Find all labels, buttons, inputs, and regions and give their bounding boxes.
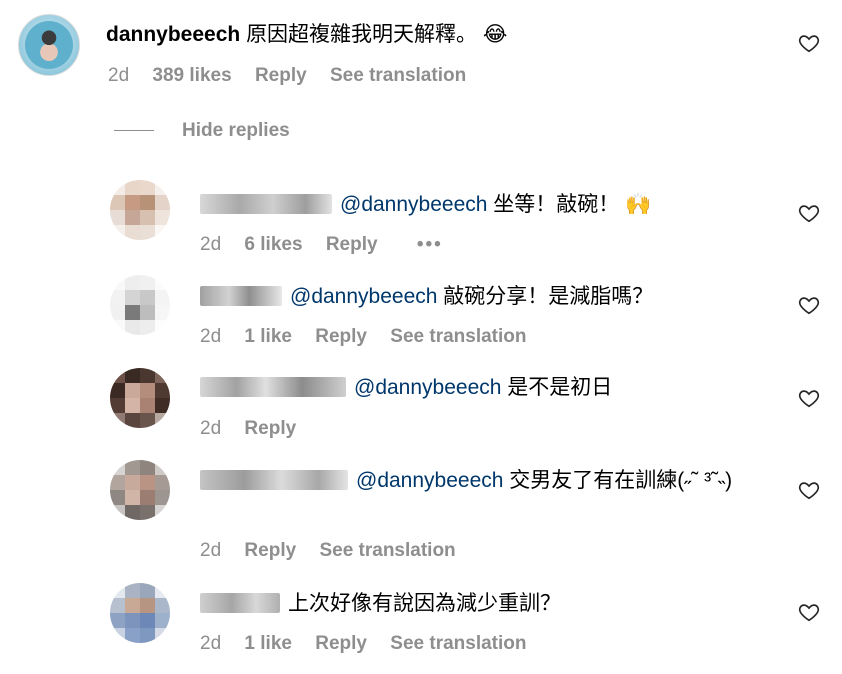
- comment-text: 敲碗分享！是減脂嗎？: [443, 285, 654, 308]
- blurred-username[interactable]: [200, 470, 348, 490]
- see-translation-button[interactable]: See translation: [319, 540, 455, 561]
- avatar[interactable]: [110, 460, 170, 520]
- divider-line: [114, 130, 154, 132]
- comment-meta: 2d 389 likes Reply See translation: [108, 64, 484, 88]
- mention-link[interactable]: @dannybeeech: [356, 469, 503, 492]
- comment-body: @dannybeeech 敲碗分享！是減脂嗎？: [200, 283, 653, 311]
- comment-body: @dannybeeech 坐等！敲碗！ 🙌: [200, 190, 651, 219]
- heart-icon[interactable]: [798, 601, 820, 623]
- comment-body: @dannybeeech 交男友了有在訓練(˶˜ ³˜˵): [200, 467, 760, 495]
- more-options-icon[interactable]: •••: [417, 234, 443, 255]
- comment-meta: 2d Reply: [200, 417, 314, 441]
- reply-button[interactable]: Reply: [315, 326, 367, 347]
- comment-username[interactable]: dannybeeech: [106, 23, 240, 46]
- comment-time[interactable]: 2d: [200, 633, 221, 654]
- likes-count[interactable]: 1 like: [244, 633, 292, 654]
- likes-count[interactable]: 1 like: [244, 326, 292, 347]
- comment-text: 坐等！敲碗！: [493, 193, 620, 216]
- comment-time[interactable]: 2d: [200, 326, 221, 347]
- heart-icon[interactable]: [798, 387, 820, 409]
- heart-icon[interactable]: [798, 202, 820, 224]
- blurred-username[interactable]: [200, 194, 332, 214]
- mention-link[interactable]: @dannybeeech: [354, 376, 501, 399]
- comment-time[interactable]: 2d: [108, 65, 129, 86]
- see-translation-button[interactable]: See translation: [330, 65, 466, 86]
- reply-button[interactable]: Reply: [244, 418, 296, 439]
- heart-icon[interactable]: [798, 294, 820, 316]
- reply-button[interactable]: Reply: [255, 65, 307, 86]
- laughing-emoji: 😂: [482, 22, 508, 46]
- comment-meta: 2d Reply See translation: [200, 539, 474, 563]
- comment-text: 交男友了有在訓練(˶˜ ³˜˵): [509, 469, 733, 492]
- comment-time[interactable]: 2d: [200, 540, 221, 561]
- avatar[interactable]: [110, 368, 170, 428]
- hide-replies-button[interactable]: Hide replies: [114, 120, 290, 150]
- mention-link[interactable]: @dannybeeech: [340, 193, 487, 216]
- avatar[interactable]: [110, 180, 170, 240]
- raising-hands-emoji: 🙌: [625, 192, 652, 216]
- blurred-username[interactable]: [200, 286, 282, 306]
- see-translation-button[interactable]: See translation: [390, 326, 526, 347]
- hide-replies-label: Hide replies: [182, 120, 290, 141]
- avatar[interactable]: [110, 583, 170, 643]
- avatar[interactable]: [18, 14, 80, 76]
- mention-link[interactable]: @dannybeeech: [290, 285, 437, 308]
- comment-time[interactable]: 2d: [200, 418, 221, 439]
- likes-count[interactable]: 6 likes: [244, 234, 302, 255]
- comment-time[interactable]: 2d: [200, 234, 221, 255]
- heart-icon[interactable]: [798, 32, 820, 54]
- heart-icon[interactable]: [798, 479, 820, 501]
- comment-text: 原因超複雜我明天解釋。: [246, 23, 478, 46]
- likes-count[interactable]: 389 likes: [152, 65, 231, 86]
- comment-meta: 2d 1 like Reply See translation: [200, 325, 545, 349]
- comment-body: @dannybeeech 是不是初日: [200, 374, 612, 402]
- reply-button[interactable]: Reply: [315, 633, 367, 654]
- avatar[interactable]: [110, 275, 170, 335]
- comment-text: 是不是初日: [507, 376, 613, 399]
- reply-button[interactable]: Reply: [326, 234, 378, 255]
- comment-meta: 2d 6 likes Reply •••: [200, 233, 461, 257]
- see-translation-button[interactable]: See translation: [390, 633, 526, 654]
- comment-meta: 2d 1 like Reply See translation: [200, 632, 545, 656]
- comment-text: 上次好像有說因為減少重訓？: [288, 592, 561, 615]
- reply-button[interactable]: Reply: [244, 540, 296, 561]
- blurred-username[interactable]: [200, 377, 346, 397]
- comment-body: dannybeeech 原因超複雜我明天解釋。 😂: [106, 20, 507, 49]
- comment-body: 上次好像有說因為減少重訓？: [200, 590, 561, 618]
- blurred-username[interactable]: [200, 593, 280, 613]
